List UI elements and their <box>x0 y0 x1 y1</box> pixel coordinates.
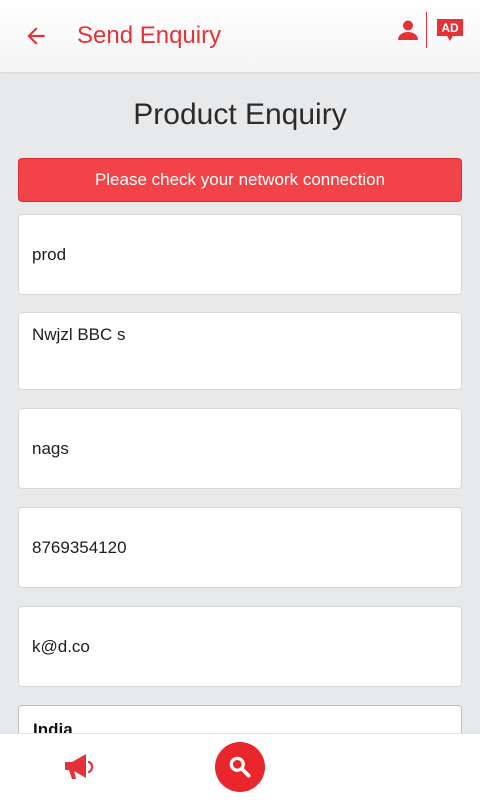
user-icon <box>398 20 418 40</box>
message-field[interactable]: Nwjzl BBC s <box>18 312 462 390</box>
ad-chat-icon: AD <box>437 19 463 41</box>
back-button[interactable] <box>20 20 52 52</box>
promote-button[interactable] <box>62 751 98 783</box>
product-field[interactable]: prod <box>18 214 462 295</box>
profile-button[interactable] <box>394 16 422 44</box>
product-field-value: prod <box>32 244 67 264</box>
name-field-value: nags <box>32 438 69 458</box>
phone-field[interactable]: 8769354120 <box>18 507 462 588</box>
header-title: Send Enquiry <box>77 22 222 49</box>
megaphone-icon <box>65 754 94 779</box>
app-header: Send Enquiry AD <box>0 0 480 72</box>
arrow-left-icon <box>27 27 45 45</box>
message-field-value: Nwjzl BBC s <box>32 325 126 344</box>
name-field[interactable]: nags <box>18 408 462 489</box>
ad-button[interactable]: AD <box>436 18 464 42</box>
phone-field-value: 8769354120 <box>32 537 127 557</box>
email-field[interactable]: k@d.co <box>18 606 462 687</box>
ad-label: AD <box>441 21 459 35</box>
email-field-value: k@d.co <box>32 636 90 656</box>
network-error-banner: Please check your network connection <box>18 158 462 202</box>
search-button[interactable] <box>215 742 265 792</box>
page-title: Product Enquiry <box>133 98 347 131</box>
search-icon <box>229 756 251 778</box>
bottom-bar <box>0 733 480 800</box>
header-divider <box>426 12 427 48</box>
app-root: Send Enquiry AD Product Enquiry Please c… <box>0 0 480 800</box>
